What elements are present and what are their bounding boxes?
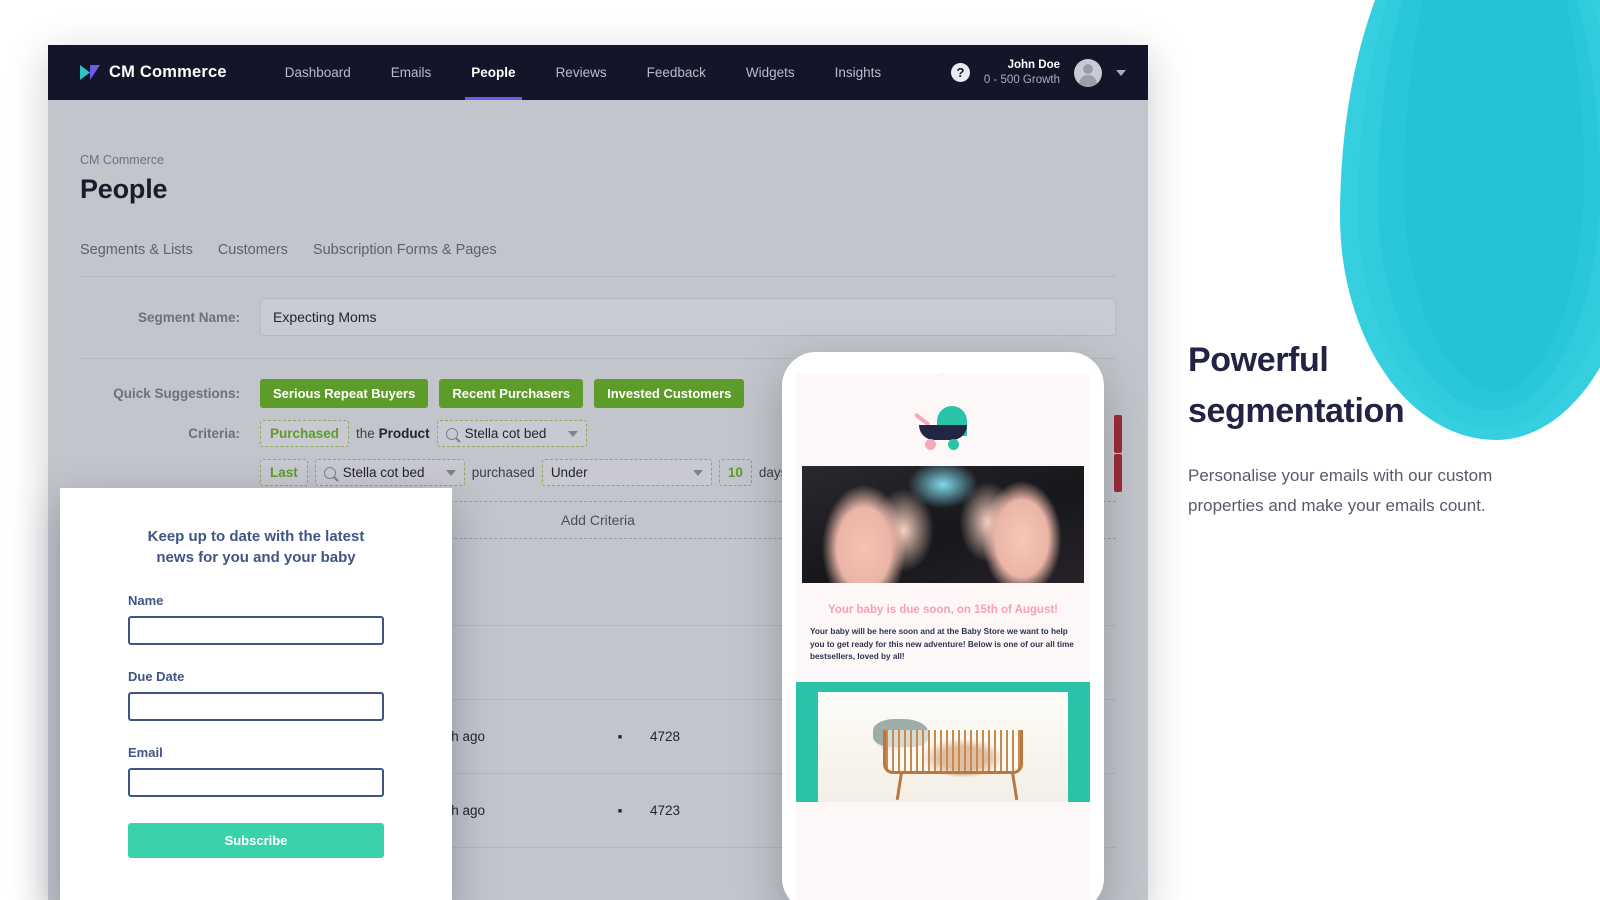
name-field[interactable] bbox=[128, 615, 384, 645]
criteria-row1-text-b: Product bbox=[378, 426, 430, 441]
email-headline: Your baby is due soon, on 15th of August… bbox=[828, 604, 1058, 616]
page-title: People bbox=[80, 174, 168, 204]
cm-commerce-logo-icon bbox=[80, 65, 100, 80]
nav-link-emails[interactable]: Emails bbox=[371, 45, 452, 100]
divider bbox=[80, 276, 1116, 277]
tab-segments-and-lists[interactable]: Segments & Lists bbox=[80, 242, 193, 258]
criteria-label: Criteria: bbox=[188, 426, 240, 441]
email-body-text: Your baby will be here soon and at the B… bbox=[810, 627, 1074, 662]
chip-invested-customers[interactable]: Invested Customers bbox=[594, 379, 745, 408]
quick-suggestion-chips: Serious Repeat Buyers Recent Purchasers … bbox=[260, 379, 745, 408]
blob-layer-4 bbox=[1404, 0, 1584, 392]
nav-link-dashboard[interactable]: Dashboard bbox=[265, 45, 371, 100]
criteria-row2-comparator-select[interactable]: Under bbox=[541, 459, 712, 486]
nav-links: Dashboard Emails People Reviews Feedback… bbox=[265, 45, 901, 100]
name-field-label: Name bbox=[128, 592, 164, 608]
criteria-row1-text-a: the bbox=[356, 426, 379, 441]
search-icon bbox=[323, 466, 336, 479]
user-plan: 0 - 500 Growth bbox=[983, 73, 1060, 86]
marketing-heading-line-2: segmentation bbox=[1188, 392, 1405, 430]
email-field-label: Email bbox=[128, 744, 163, 760]
email-field[interactable] bbox=[128, 767, 384, 797]
subtabs: Segments & Lists Customers Subscription … bbox=[80, 242, 1116, 258]
nav-link-people[interactable]: People bbox=[451, 45, 535, 100]
delete-criteria-row-1-button[interactable] bbox=[1114, 414, 1122, 453]
segment-name-label: Segment Name: bbox=[137, 309, 240, 325]
brand-name: CM Commerce bbox=[109, 63, 227, 81]
top-navbar: CM Commerce Dashboard Emails People Revi… bbox=[48, 45, 1148, 100]
avatar[interactable] bbox=[1074, 58, 1102, 87]
phone-screen: Your baby is due soon, on 15th of August… bbox=[796, 374, 1090, 900]
tab-subscription-forms-and-pages[interactable]: Subscription Forms & Pages bbox=[313, 242, 497, 258]
subscribe-button[interactable]: Subscribe bbox=[128, 822, 384, 858]
criteria-verb-purchased[interactable]: Purchased bbox=[260, 420, 350, 447]
crib-product-photo bbox=[818, 692, 1068, 803]
tab-customers[interactable]: Customers bbox=[218, 242, 288, 258]
chevron-down-icon bbox=[445, 469, 456, 476]
quick-suggestions-label: Quick Suggestions: bbox=[113, 386, 240, 401]
baby-feet-photo bbox=[802, 466, 1084, 583]
due-date-field-label: Due Date bbox=[128, 668, 185, 684]
user-name: John Doe bbox=[1007, 59, 1060, 72]
nav-link-feedback[interactable]: Feedback bbox=[627, 45, 726, 100]
chip-recent-purchasers[interactable]: Recent Purchasers bbox=[439, 379, 584, 408]
chevron-down-icon bbox=[692, 469, 703, 476]
due-date-field[interactable] bbox=[128, 691, 384, 721]
marketing-block: Powerful segmentation Personalise your e… bbox=[1188, 335, 1533, 521]
criteria-row1-connector: the Product bbox=[356, 426, 430, 441]
subscription-form-popup: Keep up to date with the latest news for… bbox=[60, 488, 452, 900]
breadcrumb: CM Commerce bbox=[80, 153, 165, 167]
row-dot: ▪ bbox=[617, 729, 623, 744]
chevron-down-icon bbox=[567, 430, 578, 437]
nav-link-insights[interactable]: Insights bbox=[815, 45, 902, 100]
segment-name-row: Segment Name: Expecting Moms bbox=[80, 298, 1116, 336]
product-banner bbox=[796, 682, 1090, 803]
delete-criteria-row-2-button[interactable] bbox=[1114, 453, 1122, 492]
phone-mockup: Your baby is due soon, on 15th of August… bbox=[782, 352, 1104, 900]
criteria-row2-product-value: Stella cot bed bbox=[342, 465, 425, 480]
subscription-form-title: Keep up to date with the latest news for… bbox=[147, 528, 365, 567]
help-icon[interactable]: ? bbox=[950, 63, 970, 82]
navbar-right: ? John Doe 0 - 500 Growth bbox=[950, 58, 1126, 87]
nav-link-widgets[interactable]: Widgets bbox=[726, 45, 815, 100]
criteria-row2-purchased-text: purchased bbox=[471, 465, 535, 480]
screenshot-root: CM Commerce Dashboard Emails People Revi… bbox=[0, 0, 1600, 900]
nav-link-reviews[interactable]: Reviews bbox=[536, 45, 627, 100]
criteria-verb-last[interactable]: Last bbox=[260, 459, 308, 486]
chevron-down-icon[interactable] bbox=[1116, 69, 1126, 76]
criteria-row2-days-input[interactable]: 10 bbox=[718, 459, 752, 486]
segment-name-input[interactable]: Expecting Moms bbox=[260, 298, 1116, 336]
criteria-row2-comparator-value: Under bbox=[550, 465, 588, 480]
search-icon bbox=[445, 427, 458, 440]
criteria-row1-product-select[interactable]: Stella cot bed bbox=[436, 420, 587, 447]
marketing-paragraph: Personalise your emails with our custom … bbox=[1188, 466, 1493, 515]
user-account-block[interactable]: John Doe 0 - 500 Growth bbox=[984, 58, 1060, 87]
marketing-heading-line-1: Powerful bbox=[1188, 341, 1329, 379]
criteria-row1-product-value: Stella cot bed bbox=[464, 426, 547, 441]
baby-stroller-logo-icon bbox=[913, 406, 971, 450]
marketing-heading: Powerful segmentation bbox=[1188, 335, 1533, 437]
chip-serious-repeat-buyers[interactable]: Serious Repeat Buyers bbox=[260, 379, 429, 408]
brand-logo[interactable]: CM Commerce bbox=[80, 63, 227, 82]
criteria-row2-product-select[interactable]: Stella cot bed bbox=[314, 459, 465, 486]
row-dot: ▪ bbox=[617, 803, 623, 818]
